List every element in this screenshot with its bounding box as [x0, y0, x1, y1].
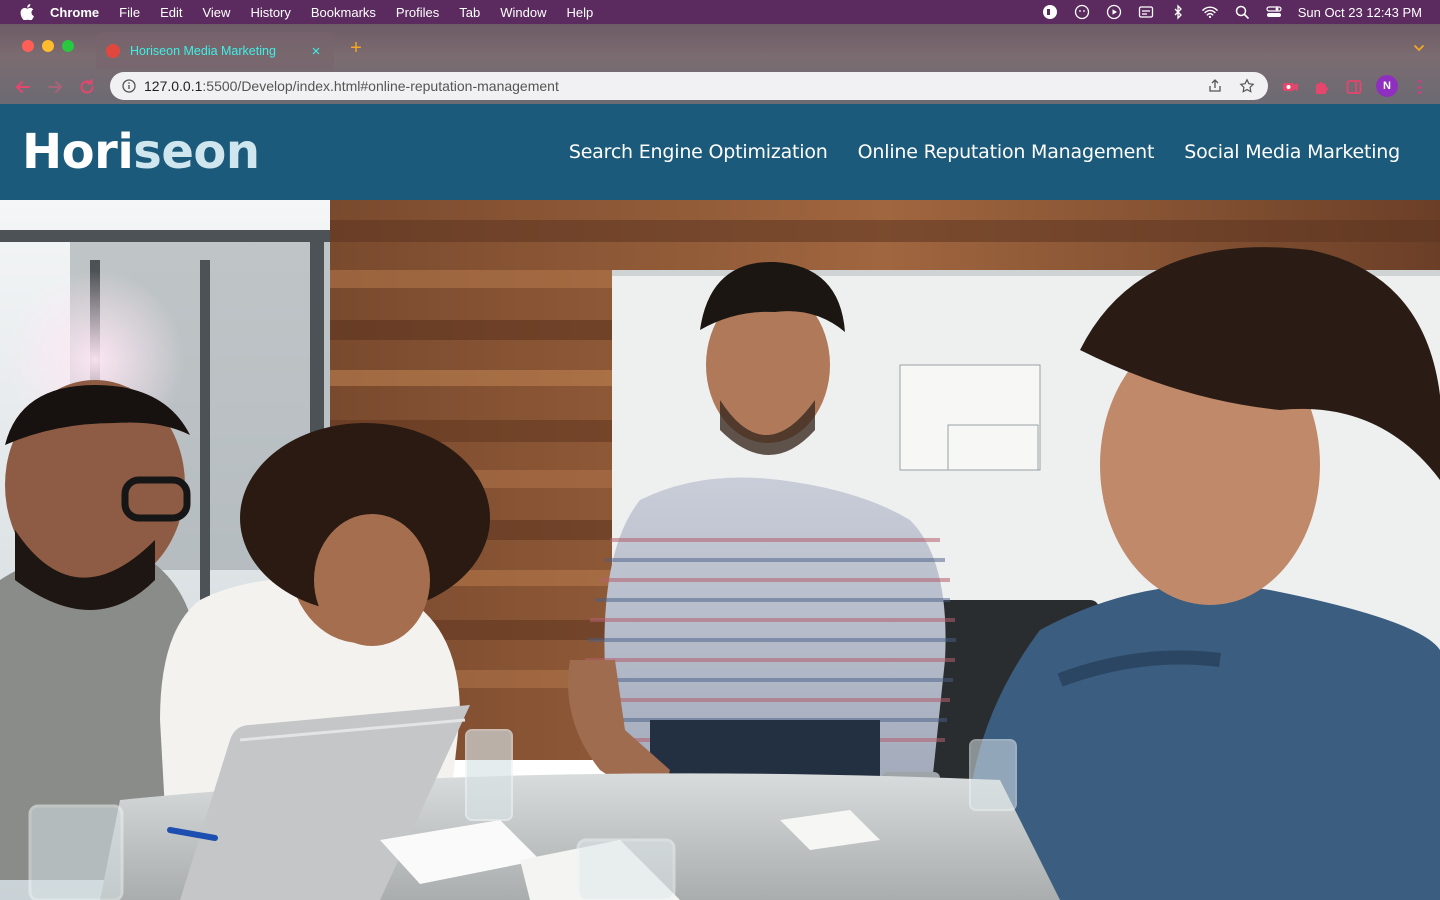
site-navigation: Search Engine Optimization Online Reputa… [569, 141, 1418, 163]
tab-strip: Horiseon Media Marketing × + [0, 24, 1440, 70]
tab-search-chevron-icon[interactable] [1412, 41, 1426, 55]
menu-bookmarks[interactable]: Bookmarks [311, 5, 376, 20]
back-arrow-icon[interactable] [12, 76, 34, 98]
address-url[interactable]: 127.0.0.1:5500/Develop/index.html#online… [144, 78, 1192, 94]
menu-tab[interactable]: Tab [459, 5, 480, 20]
hero-image [0, 200, 1440, 900]
menu-edit[interactable]: Edit [160, 5, 182, 20]
browser-window-chrome: Horiseon Media Marketing × + 127.0.0.1:5… [0, 24, 1440, 104]
scriptable-icon[interactable] [1042, 4, 1058, 20]
control-center-icon[interactable] [1266, 4, 1282, 20]
url-path: :5500/Develop/index.html#online-reputati… [202, 78, 559, 94]
window-zoom-button[interactable] [62, 40, 74, 52]
extensions-puzzle-icon[interactable] [1313, 78, 1331, 96]
web-page: Horiseon Search Engine Optimization Onli… [0, 104, 1440, 900]
hero-office-meeting-photo [0, 200, 1440, 900]
apple-icon[interactable] [18, 0, 36, 24]
menu-app-chrome[interactable]: Chrome [50, 5, 99, 20]
play-circle-icon[interactable] [1106, 4, 1122, 20]
macos-menu-bar: Chrome File Edit View History Bookmarks … [0, 0, 1440, 24]
wifi-icon[interactable] [1201, 4, 1218, 20]
new-tab-button[interactable]: + [346, 38, 366, 58]
url-host: 127.0.0.1 [144, 78, 203, 94]
site-logo: Horiseon [22, 124, 260, 180]
nav-link-seo[interactable]: Search Engine Optimization [569, 141, 828, 163]
site-header: Horiseon Search Engine Optimization Onli… [0, 104, 1440, 200]
menu-profiles[interactable]: Profiles [396, 5, 439, 20]
menu-view[interactable]: View [202, 5, 230, 20]
menu-history[interactable]: History [250, 5, 290, 20]
nav-link-social-media-marketing[interactable]: Social Media Marketing [1184, 141, 1400, 163]
menu-window[interactable]: Window [500, 5, 546, 20]
menu-file[interactable]: File [119, 5, 140, 20]
side-panel-icon[interactable] [1345, 78, 1363, 96]
bookmark-star-icon[interactable] [1238, 77, 1256, 95]
reload-icon[interactable] [76, 76, 98, 98]
face-icon[interactable] [1074, 4, 1090, 20]
spotlight-search-icon[interactable] [1234, 4, 1250, 20]
logo-main-text: Hori [22, 124, 134, 180]
bluetooth-icon[interactable] [1170, 4, 1186, 20]
menubar-clock[interactable]: Sun Oct 23 12:43 PM [1298, 5, 1422, 20]
address-bar[interactable]: 127.0.0.1:5500/Develop/index.html#online… [110, 72, 1268, 100]
site-info-icon[interactable] [122, 79, 136, 93]
profile-avatar[interactable]: N [1376, 75, 1398, 97]
share-icon[interactable] [1206, 77, 1224, 95]
browser-menu-icon[interactable] [1414, 78, 1424, 96]
menu-help[interactable]: Help [567, 5, 594, 20]
browser-toolbar: 127.0.0.1:5500/Develop/index.html#online… [0, 70, 1440, 104]
logo-accent-text: seon [133, 124, 260, 180]
forward-arrow-icon[interactable] [44, 76, 66, 98]
tab-close-icon[interactable]: × [308, 43, 324, 60]
display-icon[interactable] [1138, 4, 1154, 20]
tab-title: Horiseon Media Marketing [130, 44, 276, 58]
nav-link-reputation-management[interactable]: Online Reputation Management [858, 141, 1155, 163]
window-close-button[interactable] [22, 40, 34, 52]
window-minimize-button[interactable] [42, 40, 54, 52]
extension-screencast-icon[interactable] [1281, 78, 1299, 96]
tab-favicon-icon [106, 44, 120, 58]
browser-tab-active[interactable]: Horiseon Media Marketing × [96, 32, 334, 70]
